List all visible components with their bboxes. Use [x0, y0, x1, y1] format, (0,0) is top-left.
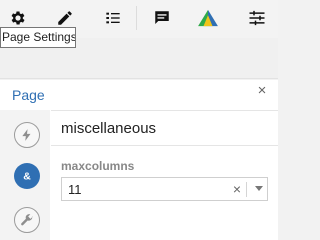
page-name-field[interactable]: miscellaneous: [51, 110, 278, 146]
gear-icon: [11, 11, 25, 25]
app-logo-icon: [198, 9, 218, 27]
list-button[interactable]: [95, 0, 131, 36]
close-icon[interactable]: ×: [255, 83, 269, 99]
clear-icon[interactable]: ×: [233, 181, 241, 197]
events-tab[interactable]: [14, 122, 40, 148]
tools-tab[interactable]: [14, 207, 40, 233]
comment-icon: [155, 11, 169, 24]
comment-button[interactable]: [144, 0, 180, 36]
list-icon: [106, 12, 120, 24]
pencil-icon: [58, 11, 72, 25]
combo-divider: [246, 182, 247, 197]
settings-sliders-button[interactable]: [239, 0, 275, 36]
properties-tab[interactable]: &: [14, 163, 40, 189]
maxcolumns-combobox[interactable]: 11 ×: [61, 177, 268, 201]
app-logo-button[interactable]: [190, 0, 226, 36]
maxcolumns-label: maxcolumns: [61, 159, 135, 173]
maxcolumns-value: 11: [68, 182, 82, 197]
svg-text:&: &: [23, 171, 31, 183]
page-panel: Page × & miscellaneous maxcolumns 11 ×: [0, 80, 278, 240]
panel-title: Page: [12, 87, 45, 103]
sliders-icon: [249, 10, 265, 26]
ampersand-icon: &: [23, 171, 31, 183]
toolbar-divider: [136, 6, 137, 30]
page-settings-tooltip: Page Settings: [0, 27, 76, 48]
chevron-down-icon[interactable]: [255, 186, 263, 191]
lightning-icon: [22, 129, 31, 141]
panel-side-rail: &: [0, 110, 50, 240]
wrench-icon: [21, 214, 33, 226]
